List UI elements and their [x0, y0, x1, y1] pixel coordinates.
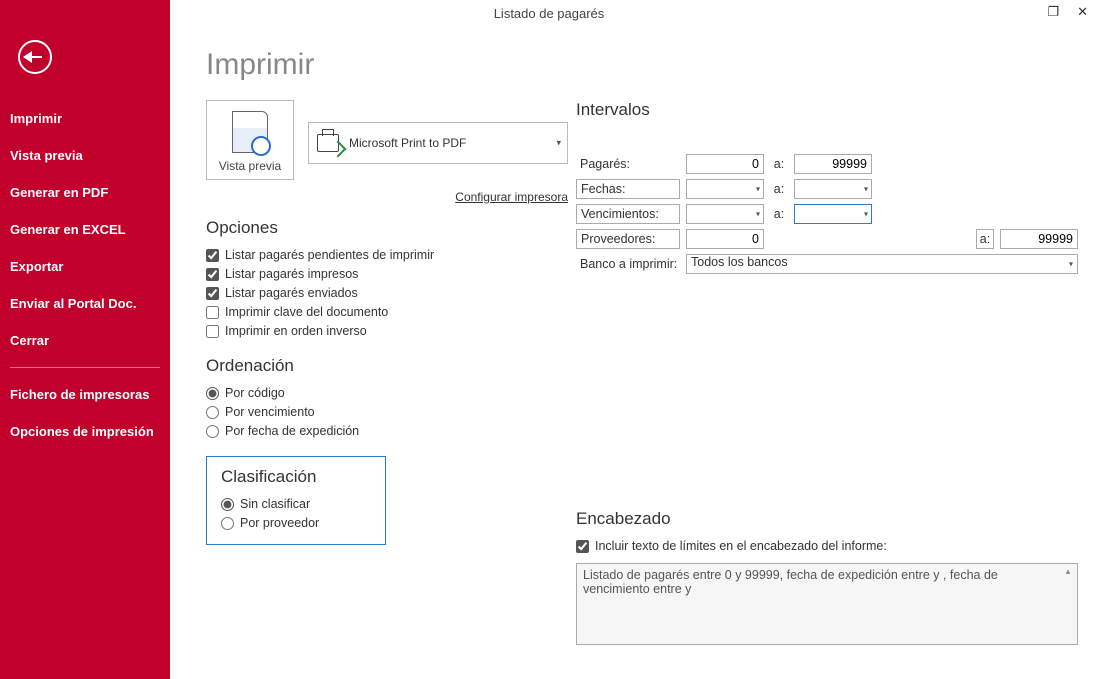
chk-pendientes[interactable]: Listar pagarés pendientes de imprimir — [206, 248, 568, 262]
pagares-to-input[interactable] — [794, 154, 872, 174]
banco-label: Banco a imprimir: — [576, 254, 680, 274]
chk-enviados[interactable]: Listar pagarés enviados — [206, 286, 568, 300]
sidebar: Imprimir Vista previa Generar en PDF Gen… — [0, 0, 170, 679]
printer-icon — [317, 134, 339, 152]
banco-select[interactable]: Todos los bancos ▾ — [686, 254, 1078, 274]
clasificacion-group: Clasificación Sin clasificar Por proveed… — [206, 456, 386, 545]
proveedores-label-button[interactable]: Proveedores: — [576, 229, 680, 249]
a-label: a: — [770, 207, 788, 221]
sidebar-separator — [10, 367, 160, 368]
rad-codigo[interactable]: Por código — [206, 386, 568, 400]
printer-selector[interactable]: Microsoft Print to PDF ▾ — [308, 122, 568, 164]
preview-document-icon — [232, 111, 268, 153]
header-text-area[interactable]: Listado de pagarés entre 0 y 99999, fech… — [576, 563, 1078, 645]
sidebar-item-vista-previa[interactable]: Vista previa — [0, 137, 170, 174]
page-title: Imprimir — [206, 48, 568, 82]
chevron-down-icon: ▾ — [1069, 260, 1073, 269]
proveedores-to-input[interactable] — [1000, 229, 1078, 249]
fechas-label-button[interactable]: Fechas: — [576, 179, 680, 199]
sidebar-item-exportar[interactable]: Exportar — [0, 248, 170, 285]
close-icon[interactable]: ✕ — [1073, 2, 1092, 22]
chk-incluir-texto[interactable]: Incluir texto de límites en el encabezad… — [576, 539, 1078, 553]
back-arrow-icon — [23, 51, 32, 63]
sidebar-item-generar-pdf[interactable]: Generar en PDF — [0, 174, 170, 211]
sidebar-item-fichero-impresoras[interactable]: Fichero de impresoras — [0, 376, 170, 413]
sidebar-item-cerrar[interactable]: Cerrar — [0, 322, 170, 359]
window-title: Listado de pagarés — [494, 6, 605, 21]
vencimientos-from-input[interactable] — [686, 204, 764, 224]
sidebar-item-opciones-impresion[interactable]: Opciones de impresión — [0, 413, 170, 450]
intervalos-heading: Intervalos — [576, 100, 1078, 120]
scroll-up-icon[interactable]: ▴ — [1061, 566, 1075, 580]
a-label: a: — [770, 157, 788, 171]
rad-por-proveedor[interactable]: Por proveedor — [221, 516, 371, 530]
sidebar-item-generar-excel[interactable]: Generar en EXCEL — [0, 211, 170, 248]
vencimientos-to-input[interactable] — [794, 204, 872, 224]
preview-label: Vista previa — [219, 159, 281, 173]
opciones-heading: Opciones — [206, 218, 568, 238]
opciones-list: Listar pagarés pendientes de imprimir Li… — [206, 248, 568, 338]
pagares-from-input[interactable] — [686, 154, 764, 174]
sidebar-item-enviar-portal[interactable]: Enviar al Portal Doc. — [0, 285, 170, 322]
sidebar-item-imprimir[interactable]: Imprimir — [0, 100, 170, 137]
chevron-down-icon: ▾ — [556, 138, 561, 149]
configure-printer-link[interactable]: Configurar impresora — [455, 190, 568, 204]
banco-value: Todos los bancos — [691, 255, 788, 269]
fechas-from-input[interactable] — [686, 179, 764, 199]
ordenacion-heading: Ordenación — [206, 356, 568, 376]
header-text-content: Listado de pagarés entre 0 y 99999, fech… — [583, 568, 998, 596]
a-label: a: — [770, 182, 788, 196]
clasificacion-heading: Clasificación — [221, 467, 371, 487]
preview-button[interactable]: Vista previa — [206, 100, 294, 180]
a-label-button[interactable]: a: — [976, 229, 994, 249]
maximize-icon[interactable]: ❐ — [1043, 2, 1063, 22]
chk-clave[interactable]: Imprimir clave del documento — [206, 305, 568, 319]
ordenacion-list: Por código Por vencimiento Por fecha de … — [206, 386, 568, 438]
rad-vencimiento[interactable]: Por vencimiento — [206, 405, 568, 419]
pagares-label: Pagarés: — [576, 154, 680, 174]
rad-sin-clasificar[interactable]: Sin clasificar — [221, 497, 371, 511]
back-button[interactable] — [18, 40, 52, 74]
rad-fecha-exp[interactable]: Por fecha de expedición — [206, 424, 568, 438]
proveedores-from-input[interactable] — [686, 229, 764, 249]
chk-impresos[interactable]: Listar pagarés impresos — [206, 267, 568, 281]
vencimientos-label-button[interactable]: Vencimientos: — [576, 204, 680, 224]
fechas-to-input[interactable] — [794, 179, 872, 199]
encabezado-heading: Encabezado — [576, 509, 1078, 529]
chk-inverso[interactable]: Imprimir en orden inverso — [206, 324, 568, 338]
printer-name: Microsoft Print to PDF — [349, 136, 466, 150]
